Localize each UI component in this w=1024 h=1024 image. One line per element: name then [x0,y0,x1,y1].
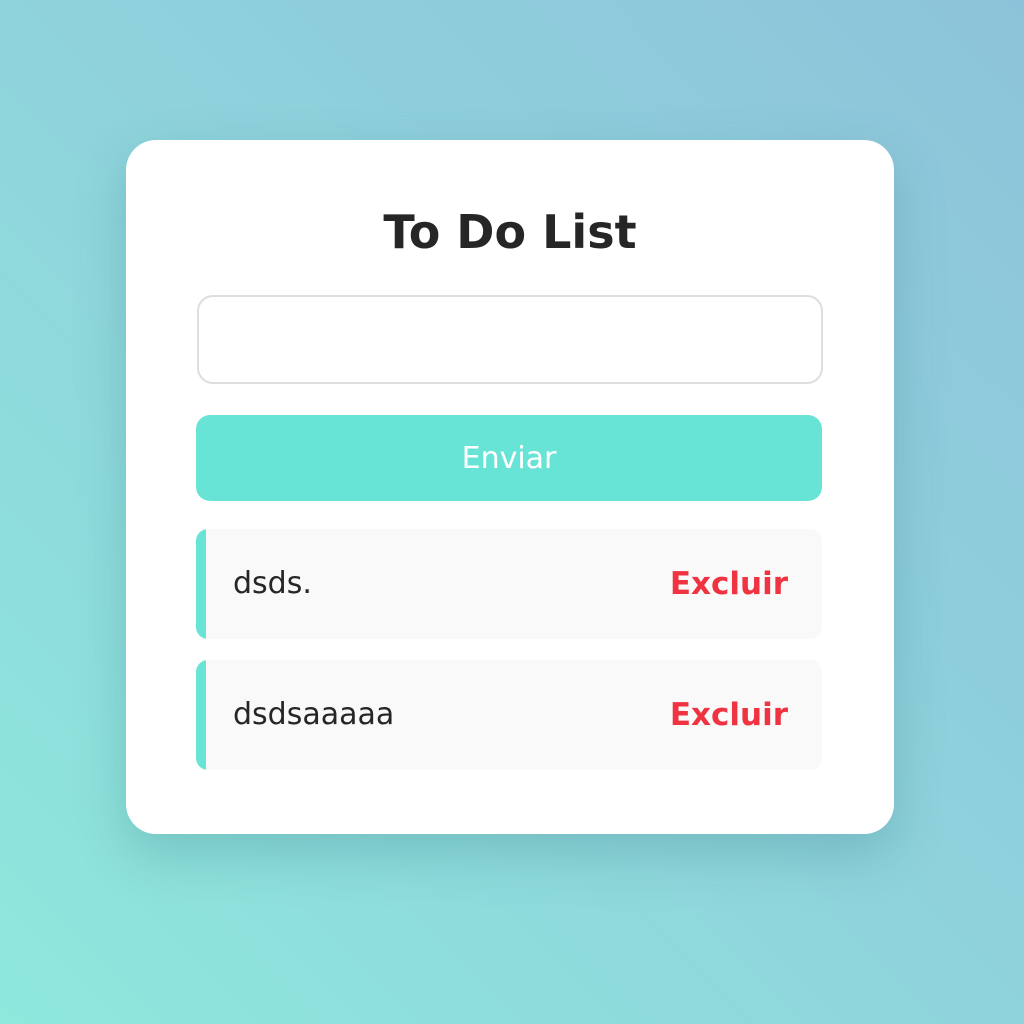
task-text: dsdsaaaaa [233,697,395,732]
delete-button[interactable]: Excluir [670,529,788,639]
task-label[interactable]: dsdsaaaaa [233,660,394,770]
page-title: To Do List [383,205,637,259]
task-accent-bar [196,529,206,639]
delete-button[interactable]: Excluir [670,660,788,770]
task-item: dsdsaaaaa Excluir [196,660,822,770]
task-item: dsds. Excluir [196,529,822,639]
task-input[interactable] [197,295,823,384]
task-text-completed: dsds [233,566,303,601]
task-accent-bar [196,660,206,770]
submit-button[interactable]: Enviar [196,415,822,501]
task-text-suffix: . [302,566,312,601]
page-background: { "app": { "title": "To Do List" }, "inp… [0,0,1024,1024]
todo-card: To Do List Enviar dsds. Excluir dsdsaaaa… [126,140,894,834]
task-label[interactable]: dsds. [233,529,312,639]
